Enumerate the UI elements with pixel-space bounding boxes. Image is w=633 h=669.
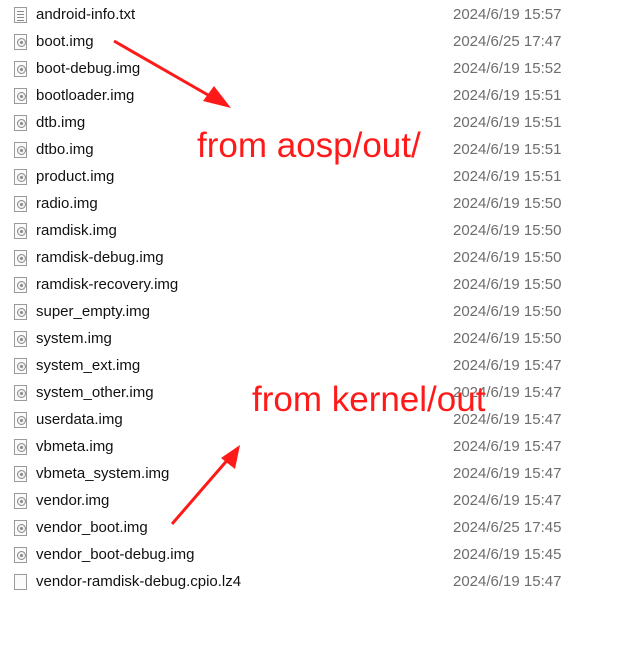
arrow-to-boot [113,39,231,108]
kernel-source-label: from kernel/out [252,380,486,419]
arrow-to-vendor-boot [170,445,240,525]
aosp-source-label: from aosp/out/ [197,126,421,165]
annotation-arrows [113,39,240,525]
